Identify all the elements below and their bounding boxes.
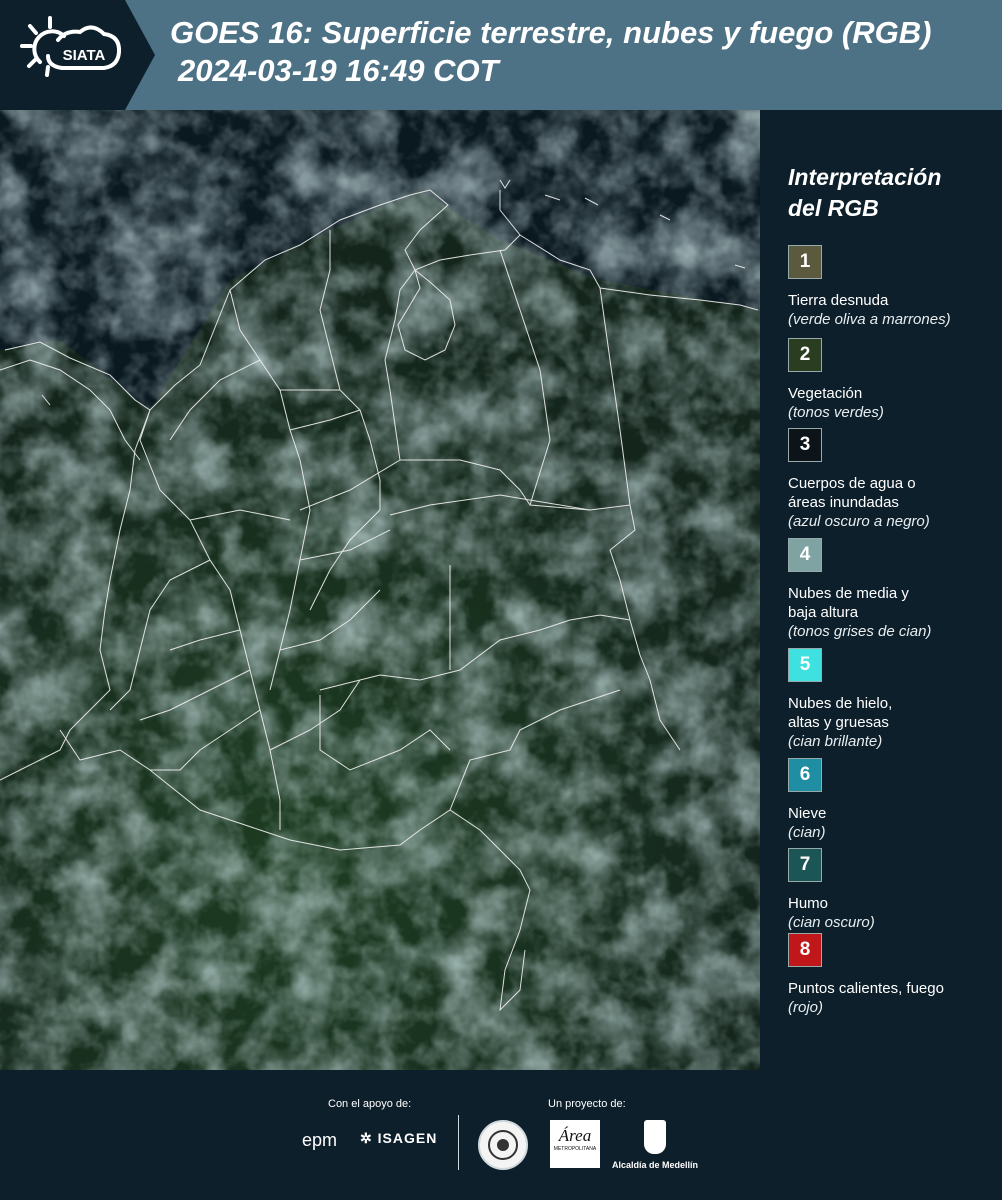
- legend-label: Puntos calientes, fuego (rojo): [788, 979, 998, 1017]
- legend-item-5: 5 Nubes de hielo, altas y gruesas (cian bri…: [788, 648, 998, 751]
- legend-item-2: 2 Vegetación (tonos verdes): [788, 338, 998, 422]
- legend-swatch: 4: [788, 538, 822, 572]
- legend-label: Humo (cian oscuro): [788, 894, 998, 932]
- legend-sublabel: (cian): [788, 824, 826, 841]
- siata-logo: SIATA: [0, 0, 160, 110]
- legend-sublabel: (tonos grises de cian): [788, 623, 932, 640]
- legend-sublabel: (tonos verdes): [788, 404, 884, 421]
- support-label: Con el apoyo de:: [328, 1098, 412, 1110]
- legend-label-line-1: Tierra desnuda: [788, 292, 889, 309]
- medellin-shield-icon: [644, 1120, 666, 1154]
- legend-item-8: 8 Puntos calientes, fuego (rojo): [788, 933, 998, 1017]
- legend-item-7: 7 Humo (cian oscuro): [788, 848, 998, 932]
- legend-sublabel: (cian oscuro): [788, 914, 875, 931]
- legend-label: Vegetación (tonos verdes): [788, 384, 998, 422]
- legend-label: Cuerpos de agua o áreas inundadas (azul os…: [788, 474, 998, 531]
- satellite-map: [0, 110, 760, 1070]
- satellite-image: [0, 110, 760, 1070]
- legend-title: Interpretación del RGB: [788, 162, 941, 224]
- legend-label-line-2: altas y gruesas: [788, 714, 889, 731]
- legend-sublabel: (verde oliva a marrones): [788, 311, 951, 328]
- area-metropolitana-logo: Área METROPOLITANA: [550, 1120, 600, 1168]
- title-line-2: 2024-03-19 16:49 COT: [178, 53, 499, 88]
- page-title: GOES 16: Superficie terrestre, nubes y f…: [170, 14, 931, 90]
- legend-label-line-1: Vegetación: [788, 385, 863, 402]
- project-label: Un proyecto de:: [548, 1098, 626, 1110]
- legend-swatch: 1: [788, 245, 822, 279]
- legend-panel: Interpretación del RGB 1 Tierra desnuda (v…: [760, 110, 1002, 1070]
- legend-item-3: 3 Cuerpos de agua o áreas inundadas (azul o…: [788, 428, 998, 531]
- legend-swatch: 7: [788, 848, 822, 882]
- legend-label-line-1: Nieve: [788, 805, 827, 822]
- legend-title-line-2: del RGB: [788, 195, 879, 221]
- legend-sublabel: (azul oscuro a negro): [788, 513, 930, 530]
- legend-label: Nubes de media y baja altura (tonos grises…: [788, 584, 998, 641]
- area-logo-sub: METROPOLITANA: [553, 1146, 597, 1152]
- svg-text:SIATA: SIATA: [63, 47, 106, 64]
- epm-logo: epm: [302, 1130, 338, 1150]
- legend-label-line-1: Nubes de hielo,: [788, 695, 893, 712]
- legend-label-line-1: Cuerpos de agua o: [788, 475, 916, 492]
- legend-sublabel: (cian brillante): [788, 733, 883, 750]
- legend-label-line-2: áreas inundadas: [788, 494, 899, 511]
- header-bar: SIATA GOES 16: Superficie terrestre, nub…: [0, 0, 1002, 110]
- legend-item-6: 6 Nieve (cian): [788, 758, 998, 842]
- legend-swatch: 6: [788, 758, 822, 792]
- medellin-label: Alcaldía de Medellín: [612, 1160, 699, 1170]
- isagen-icon: ✲: [360, 1130, 373, 1146]
- isagen-logo: ✲ ISAGEN: [360, 1130, 437, 1147]
- legend-item-4: 4 Nubes de media y baja altura (tonos grise…: [788, 538, 998, 641]
- legend-sublabel: (rojo): [788, 999, 824, 1016]
- legend-label-line-1: Nubes de media y: [788, 585, 909, 602]
- legend-label-line-2: baja altura: [788, 604, 859, 621]
- legend-label: Tierra desnuda (verde oliva a marrones): [788, 291, 998, 329]
- area-logo-text: Área: [558, 1126, 592, 1145]
- legend-label-line-1: Humo: [788, 895, 829, 912]
- legend-label: Nieve (cian): [788, 804, 998, 842]
- legend-swatch: 8: [788, 933, 822, 967]
- footer: Con el apoyo de: Un proyecto de: epm ✲ I…: [0, 1070, 1002, 1200]
- legend-swatch: 3: [788, 428, 822, 462]
- legend-swatch: 2: [788, 338, 822, 372]
- legend-title-line-1: Interpretación: [788, 164, 942, 190]
- title-line-1: GOES 16: Superficie terrestre, nubes y f…: [170, 15, 932, 50]
- legend-label-line-1: Puntos calientes, fuego: [788, 980, 944, 997]
- isagen-label: ISAGEN: [377, 1130, 438, 1146]
- legend-label: Nubes de hielo, altas y gruesas (cian bril…: [788, 694, 998, 751]
- legend-swatch: 5: [788, 648, 822, 682]
- seal-icon: [478, 1120, 528, 1170]
- legend-item-1: 1 Tierra desnuda (verde oliva a marrones): [788, 245, 998, 329]
- footer-divider: [458, 1115, 459, 1170]
